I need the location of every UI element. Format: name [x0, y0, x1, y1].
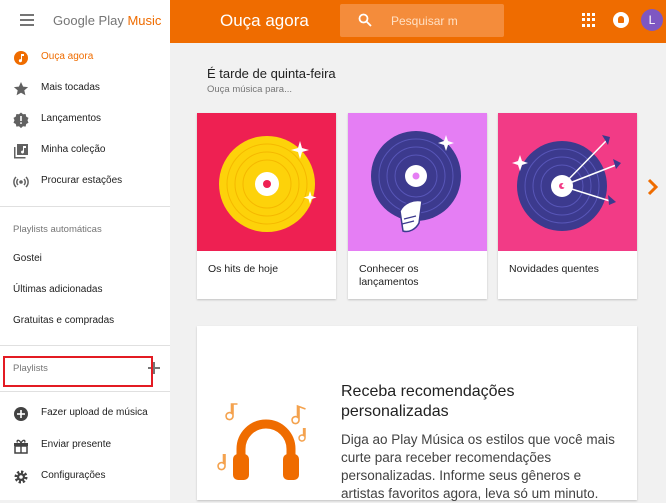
card-todays-hits[interactable]: Os hits de hoje — [197, 113, 336, 299]
greeting-title: É tarde de quinta-feira — [207, 66, 336, 81]
star-icon — [13, 82, 29, 96]
recommendations-card: Receba recomendações personalizadas Diga… — [197, 326, 637, 501]
sidebar-item-new-releases[interactable]: Lançamentos — [0, 105, 170, 135]
auto-playlist-recently-added[interactable]: Últimas adicionadas — [13, 284, 103, 295]
library-icon — [14, 144, 28, 159]
auto-playlists-heading: Playlists automáticas — [13, 224, 102, 235]
search-input[interactable] — [391, 4, 496, 37]
sidebar-item-label: Minha coleção — [41, 144, 106, 155]
search-box[interactable] — [340, 4, 504, 37]
card-hot-new[interactable]: Novidades quentes — [498, 113, 637, 299]
card-discover-releases[interactable]: Conhecer os lançamentos — [348, 113, 487, 299]
card-title: Conhecer os lançamentos — [359, 263, 419, 288]
listen-now-icon — [14, 51, 28, 65]
gift-icon — [14, 439, 28, 454]
card-title: Novidades quentes — [509, 263, 599, 275]
recommendations-text: Diga ao Play Música os estilos que você … — [341, 432, 615, 501]
card-art — [498, 113, 637, 251]
card-art — [197, 113, 336, 251]
sidebar: Ouça agora Mais tocadas Lançamentos Minh… — [0, 43, 170, 500]
sidebar-item-browse-stations[interactable]: Procurar estações — [0, 167, 170, 197]
sidebar-item-label: Configurações — [41, 470, 106, 481]
notifications-icon[interactable] — [613, 12, 629, 28]
headphones-icon — [217, 403, 306, 480]
sidebar-item-settings[interactable]: Configurações — [0, 462, 170, 492]
recommendations-title: Receba recomendações personalizadas — [341, 383, 515, 420]
apps-icon[interactable] — [582, 13, 596, 27]
sidebar-item-label: Mais tocadas — [41, 82, 100, 93]
logo-brand: Music — [127, 13, 162, 28]
divider — [0, 345, 170, 346]
avatar[interactable]: L — [641, 9, 663, 31]
sidebar-item-label: Enviar presente — [41, 439, 112, 450]
vinyl-target-arrows-icon — [512, 135, 621, 231]
sidebar-item-my-library[interactable]: Minha coleção — [0, 136, 170, 166]
upload-highlight-box — [3, 356, 153, 387]
card-title: Os hits de hoje — [208, 263, 279, 275]
app-logo[interactable]: Google Play Music — [53, 13, 161, 28]
chevron-right-icon[interactable] — [647, 178, 659, 196]
divider — [0, 206, 170, 207]
search-icon[interactable] — [358, 13, 372, 27]
sidebar-item-label: Ouça agora — [41, 51, 94, 62]
vinyl-record-hand-icon — [371, 131, 461, 233]
sidebar-item-label: Procurar estações — [41, 175, 123, 186]
greeting-subtitle: Ouça música para... — [207, 84, 293, 95]
sidebar-item-send-gift[interactable]: Enviar presente — [0, 431, 170, 461]
new-releases-icon — [13, 112, 29, 128]
logo-prefix: Google Play — [53, 13, 128, 28]
add-circle-icon — [14, 407, 28, 421]
gear-icon — [14, 470, 28, 484]
page-title: Ouça agora — [220, 11, 309, 30]
vinyl-record-icon — [219, 136, 317, 232]
sidebar-item-listen-now[interactable]: Ouça agora — [0, 43, 170, 73]
menu-icon[interactable] — [20, 14, 34, 26]
card-art — [348, 113, 487, 251]
radio-icon — [13, 176, 29, 188]
divider — [0, 391, 170, 392]
sidebar-item-label: Fazer upload de música — [41, 407, 148, 418]
sidebar-item-top-charts[interactable]: Mais tocadas — [0, 74, 170, 104]
auto-playlist-liked[interactable]: Gostei — [13, 253, 42, 264]
auto-playlist-free-purchased[interactable]: Gratuitas e compradas — [13, 315, 114, 326]
sidebar-item-label: Lançamentos — [41, 113, 102, 124]
sidebar-item-upload-music[interactable]: Fazer upload de música — [0, 399, 170, 429]
